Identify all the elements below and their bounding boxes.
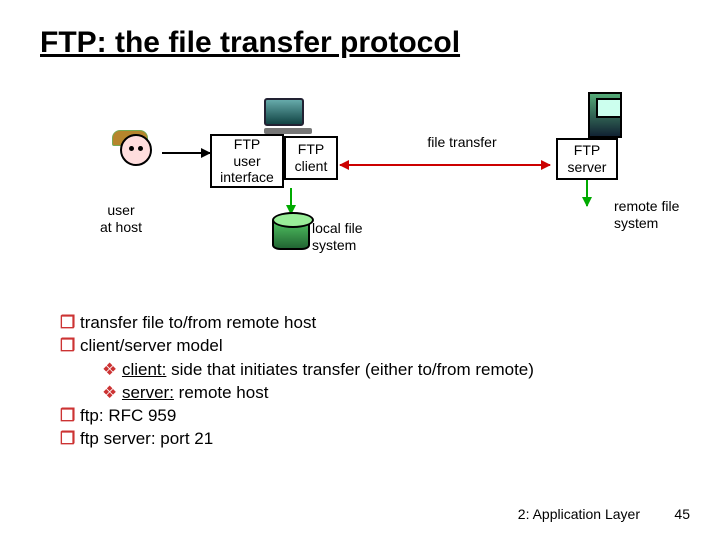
- client-computer-icon: [264, 98, 312, 134]
- ftp-client-box: FTP client: [284, 136, 338, 180]
- client-term: client:: [122, 360, 166, 379]
- user-icon: [114, 134, 158, 178]
- bullet-client-def: client: side that initiates transfer (ei…: [60, 359, 680, 380]
- bullet-server-def: server: remote host: [60, 382, 680, 403]
- server-term: server:: [122, 383, 174, 402]
- user-at-host-label: user at host: [76, 202, 166, 236]
- file-transfer-label: file transfer: [402, 134, 522, 151]
- server-def-text: remote host: [174, 383, 269, 402]
- bullet-client-server: client/server model: [60, 335, 680, 356]
- arrow-client-to-localfs: [290, 188, 292, 214]
- bullet-transfer: transfer file to/from remote host: [60, 312, 680, 333]
- ftp-user-interface-box: FTP user interface: [210, 134, 284, 188]
- local-disk-icon: [272, 216, 310, 250]
- ftp-server-box: FTP server: [556, 138, 618, 180]
- arrow-file-transfer: [340, 164, 550, 166]
- bullet-port: ftp server: port 21: [60, 428, 680, 449]
- ftp-diagram: user at host FTP user interface FTP clie…: [0, 90, 720, 290]
- remote-fs-label: remote file system: [614, 198, 714, 232]
- local-fs-label: local file system: [312, 220, 402, 254]
- slide-title: FTP: the file transfer protocol: [40, 26, 460, 60]
- bullet-rfc: ftp: RFC 959: [60, 405, 680, 426]
- arrow-user-to-ui: [162, 152, 210, 154]
- bullet-list: transfer file to/from remote host client…: [60, 310, 680, 452]
- arrow-server-to-remotefs: [586, 180, 588, 206]
- server-computer-icon: [588, 92, 622, 138]
- footer-chapter: 2: Application Layer: [518, 506, 640, 522]
- client-def-text: side that initiates transfer (either to/…: [166, 360, 534, 379]
- footer-page-number: 45: [674, 506, 690, 522]
